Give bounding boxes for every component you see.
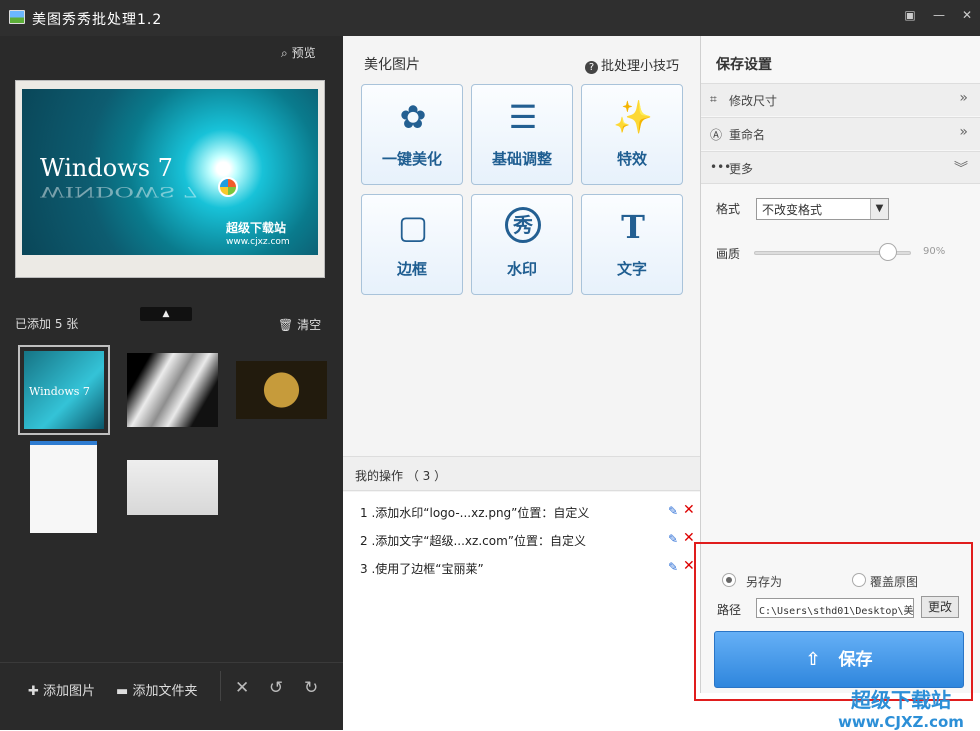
app-icon (9, 10, 25, 24)
delete-icon[interactable]: ✕ (235, 678, 249, 698)
section-label: 重命名 (729, 128, 766, 142)
trash-icon: 🗑 (278, 318, 294, 332)
thumbnail-1[interactable]: Windows 7 (18, 345, 110, 435)
folder-icon: ▬ (116, 684, 129, 699)
watermark-seal-icon: 秀 (505, 207, 541, 243)
feedback-icon[interactable]: ▣ (896, 3, 924, 27)
left-panel: ⌕ 预览 Windows 7 WINDOWS 7 超级下载站 www.cjxz.… (0, 36, 343, 730)
tool-label: 水印 (506, 260, 537, 278)
add-folder-button[interactable]: ▬ 添加文件夹 (116, 680, 197, 699)
format-value: 不改变格式 (762, 203, 823, 217)
format-label: 格式 (716, 202, 741, 216)
preview-button[interactable]: ⌕ 预览 (281, 44, 316, 61)
preview-label: 预览 (291, 46, 316, 60)
tulip-icon: ✿ (399, 98, 427, 136)
highlight-box (694, 542, 973, 701)
thumbnail-2[interactable] (127, 353, 218, 427)
format-select[interactable]: 不改变格式 ▼ (756, 198, 889, 220)
sliders-icon: ☰ (508, 98, 538, 136)
preview-icon: ⌕ (281, 46, 288, 60)
preview-windows-reflection: WINDOWS 7 (40, 183, 199, 201)
save-settings-title: 保存设置 (716, 57, 772, 73)
rename-icon: Ⓐ (710, 128, 723, 142)
window-title: 美图秀秀批处理1.2 (32, 12, 163, 28)
quality-value: 90% (923, 246, 946, 257)
chevron-up-icon: ▲ (162, 309, 170, 319)
close-button[interactable]: ✕ (953, 3, 980, 27)
tool-label: 基础调整 (491, 150, 552, 168)
tool-label: 特效 (616, 150, 647, 168)
rotate-right-icon[interactable]: ↻ (304, 678, 318, 698)
preview-watermark-url: www.cjxz.com (226, 237, 290, 247)
section-label: 修改尺寸 (729, 94, 778, 108)
section-rename[interactable]: Ⓐ 重命名 » (701, 117, 980, 150)
add-folder-label: 添加文件夹 (132, 684, 198, 699)
tool-label: 文字 (616, 260, 647, 278)
tool-label: 边框 (396, 260, 427, 278)
section-label: 更多 (729, 162, 754, 176)
plus-icon: ✚ (28, 684, 39, 699)
crop-icon: ⌗ (710, 92, 717, 106)
tool-text[interactable]: T 文字 (581, 194, 683, 295)
preview-windows-text: Windows 7 (40, 154, 173, 182)
clear-label: 清空 (297, 318, 322, 332)
tool-frame[interactable]: ▢ 边框 (361, 194, 463, 295)
edit-icon[interactable]: ✎ (668, 560, 678, 574)
quality-label: 画质 (716, 247, 741, 261)
operations-header: 我的操作 （ 3 ） (343, 456, 700, 491)
chevron-right-icon: » (959, 90, 968, 106)
add-images-label: 添加图片 (43, 684, 96, 699)
thumbnail-3[interactable] (236, 361, 327, 419)
title-bar: 美图秀秀批处理1.2 ▣ — ✕ (0, 0, 980, 36)
operations-title: 我的操作 （ 3 ） (355, 469, 447, 483)
site-watermark: 超级下载站 www.CJXZ.com (826, 684, 976, 731)
thumbnail-5[interactable] (127, 460, 218, 515)
windows-logo-icon (218, 177, 238, 197)
thumbnail-1-text: Windows 7 (29, 385, 90, 398)
toolbar-separator (220, 671, 221, 701)
image-toolbar: ✚ 添加图片 ▬ 添加文件夹 ✕ ↺ ↻ (0, 662, 343, 714)
tool-one-click-beautify[interactable]: ✿ 一键美化 (361, 84, 463, 185)
delete-icon[interactable]: ✕ (683, 502, 695, 518)
thumbnail-4[interactable] (30, 441, 97, 533)
beautify-title: 美化图片 (364, 57, 420, 73)
minimize-button[interactable]: — (925, 3, 953, 27)
tips-label: 批处理小技巧 (601, 59, 680, 74)
tool-effects[interactable]: ✨ 特效 (581, 84, 683, 185)
tool-label: 一键美化 (381, 150, 442, 168)
collapse-preview-button[interactable]: ▲ (140, 307, 192, 321)
chevron-down-icon: ︾ (954, 161, 968, 177)
operation-item: 3 .使用了边框“宝丽莱” (360, 562, 484, 576)
preview-watermark-cn: 超级下载站 (226, 221, 287, 235)
preview-image: Windows 7 WINDOWS 7 超级下载站 www.cjxz.com (22, 89, 318, 255)
tool-basic-adjust[interactable]: ☰ 基础调整 (471, 84, 573, 185)
tips-link[interactable]: ? 批处理小技巧 (585, 55, 679, 74)
delete-icon[interactable]: ✕ (683, 530, 695, 546)
frame-icon: ▢ (397, 208, 429, 246)
quality-slider-knob[interactable] (879, 243, 898, 261)
edit-icon[interactable]: ✎ (668, 532, 678, 546)
text-icon: T (621, 208, 645, 246)
delete-icon[interactable]: ✕ (683, 558, 695, 574)
added-count: 已添加 5 张 (15, 317, 79, 331)
operation-item: 2 .添加文字“超级...xz.com”位置：自定义 (360, 534, 586, 548)
tool-watermark[interactable]: 秀水印 (471, 194, 573, 295)
watermark-url: www.CJXZ.com (838, 713, 964, 731)
question-icon: ? (585, 61, 598, 74)
rotate-left-icon[interactable]: ↺ (269, 678, 283, 698)
operation-item: 1 .添加水印“logo-...xz.png”位置：自定义 (360, 506, 590, 520)
section-more[interactable]: ••• 更多 ︾ (701, 151, 980, 184)
dropdown-arrow-icon: ▼ (870, 199, 888, 219)
edit-icon[interactable]: ✎ (668, 504, 678, 518)
magic-wand-icon: ✨ (613, 98, 653, 136)
chevron-right-icon: » (959, 124, 968, 140)
preview-frame: Windows 7 WINDOWS 7 超级下载站 www.cjxz.com (15, 80, 325, 278)
watermark-cn: 超级下载站 (851, 688, 951, 712)
section-resize[interactable]: ⌗ 修改尺寸 » (701, 83, 980, 116)
operations-list: 1 .添加水印“logo-...xz.png”位置：自定义 ✎ ✕ 2 .添加文… (343, 492, 700, 693)
middle-panel: 美化图片 ? 批处理小技巧 ✿ 一键美化 ☰ 基础调整 ✨ 特效 ▢ 边框 秀水印 T 文字… (343, 36, 701, 693)
clear-button[interactable]: 🗑 清空 (278, 316, 321, 333)
add-images-button[interactable]: ✚ 添加图片 (28, 680, 95, 699)
